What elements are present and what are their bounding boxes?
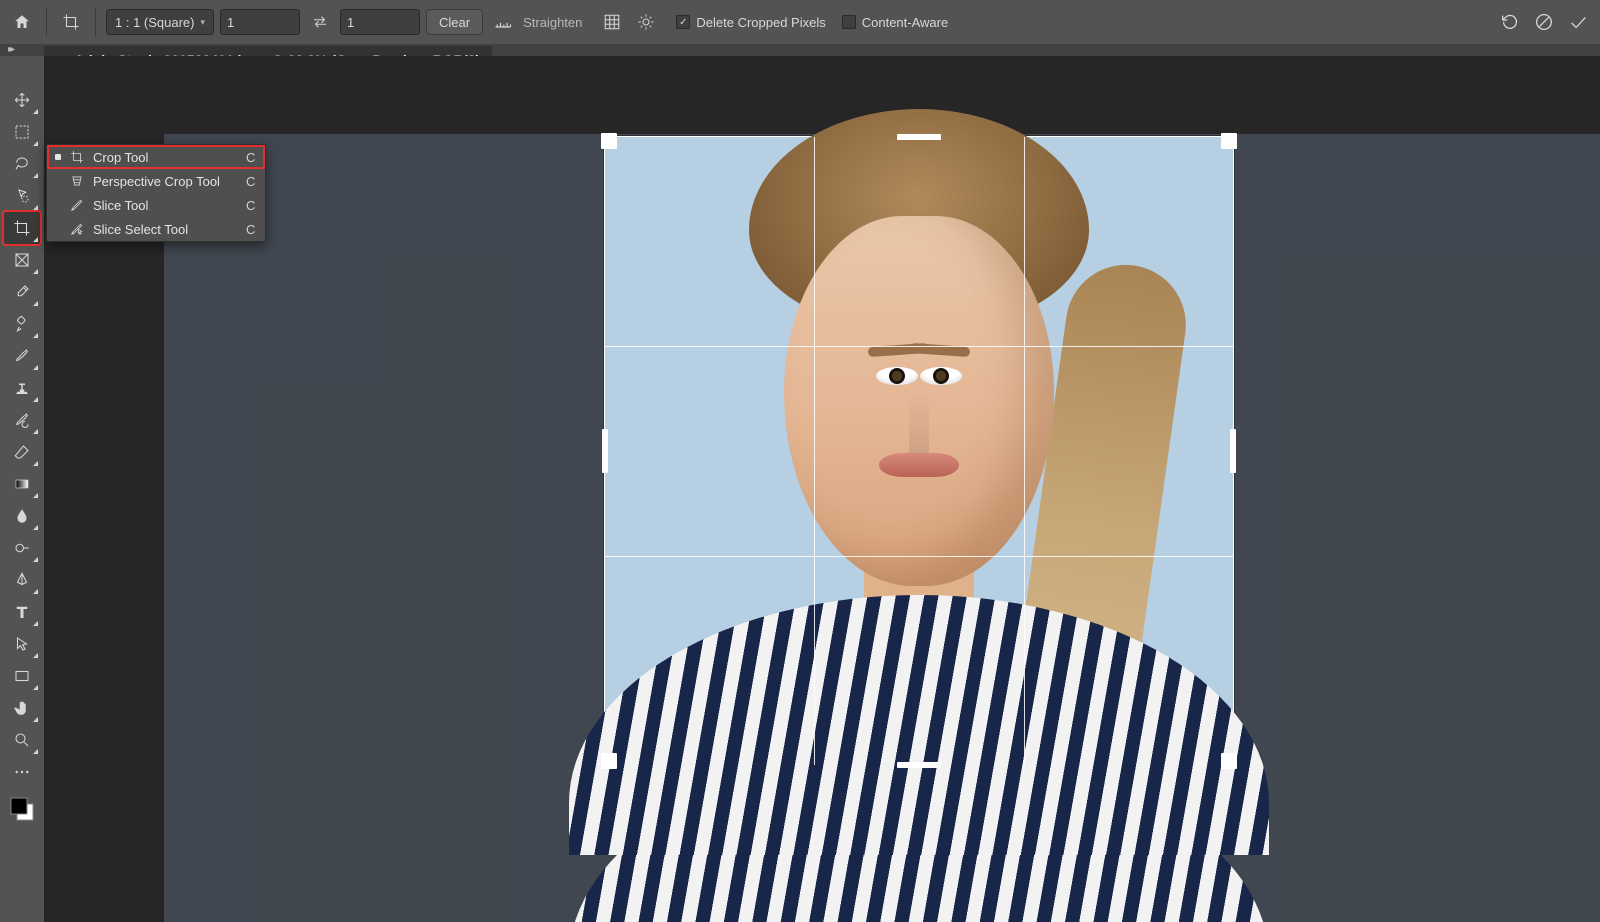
tool-blur[interactable] [4,500,40,532]
flyout-item-crop[interactable]: Crop Tool C [47,145,265,169]
flyout-item-shortcut: C [228,222,255,237]
tool-brush[interactable] [4,340,40,372]
crop-tool-flyout: Crop Tool C Perspective Crop Tool C Slic… [46,144,266,242]
tool-gradient[interactable] [4,468,40,500]
clear-button[interactable]: Clear [426,9,483,35]
canvas-area[interactable] [44,56,1600,922]
cancel-crop-icon[interactable] [1530,8,1558,36]
expand-panels-icon[interactable]: ▸▸ [8,44,12,55]
aspect-ratio-select[interactable]: 1 : 1 (Square) ▾ [106,9,214,35]
selected-indicator-icon [55,154,61,160]
tools-panel [0,56,44,922]
crop-options-bar: 1 : 1 (Square) ▾ Clear Straighten ✓ Dele… [0,0,1600,44]
overlay-grid-icon[interactable] [598,8,626,36]
home-icon[interactable] [8,8,36,36]
flyout-item-label: Crop Tool [93,150,220,165]
crop-handle-br[interactable] [1221,753,1237,769]
tool-lasso[interactable] [4,148,40,180]
chevron-down-icon: ▾ [201,17,206,28]
crop-gridline [605,556,1233,557]
tool-rectangular-marquee[interactable] [4,116,40,148]
aspect-ratio-label: 1 : 1 (Square) [115,15,195,30]
document-artboard [164,134,1600,922]
tool-hand[interactable] [4,692,40,724]
subject-portrait [605,137,1233,765]
crop-gridline [605,346,1233,347]
flyout-item-perspective-crop[interactable]: Perspective Crop Tool C [47,169,265,193]
tool-crop[interactable] [4,212,40,244]
content-aware-checkbox[interactable]: Content-Aware [842,15,948,30]
slice-icon [69,197,85,213]
crop-handle-t[interactable] [897,134,941,140]
straighten-label: Straighten [523,15,582,30]
delete-cropped-checkbox[interactable]: ✓ Delete Cropped Pixels [676,15,825,30]
tool-frame[interactable] [4,244,40,276]
crop-width-input[interactable] [220,9,300,35]
straighten-icon[interactable] [489,8,517,36]
slice-select-icon [69,221,85,237]
checkbox-icon: ✓ [676,15,690,29]
perspective-crop-icon [69,173,85,189]
separator [46,8,47,36]
checkbox-icon [842,15,856,29]
delete-cropped-label: Delete Cropped Pixels [696,15,825,30]
swap-dimensions-icon[interactable] [306,8,334,36]
flyout-item-shortcut: C [228,198,255,213]
reset-crop-icon[interactable] [1496,8,1524,36]
flyout-item-slice-select[interactable]: Slice Select Tool C [47,217,265,241]
tool-edit-toolbar[interactable] [4,756,40,788]
tool-quick-selection[interactable] [4,180,40,212]
tool-type[interactable] [4,596,40,628]
flyout-item-label: Slice Select Tool [93,222,220,237]
tool-dodge[interactable] [4,532,40,564]
color-swatches[interactable] [7,794,37,824]
crop-handle-r[interactable] [1230,429,1236,473]
commit-crop-icon[interactable] [1564,8,1592,36]
tool-pen[interactable] [4,564,40,596]
crop-icon [69,149,85,165]
tool-clone-stamp[interactable] [4,372,40,404]
tool-eyedropper[interactable] [4,276,40,308]
flyout-item-shortcut: C [228,174,255,189]
crop-handle-bl[interactable] [601,753,617,769]
crop-gridline [1024,137,1025,765]
tool-spot-healing[interactable] [4,308,40,340]
crop-box[interactable] [604,136,1234,766]
flyout-item-shortcut: C [228,150,255,165]
tool-path-selection[interactable] [4,628,40,660]
crop-settings-icon[interactable] [632,8,660,36]
crop-handle-b[interactable] [897,762,941,768]
tool-zoom[interactable] [4,724,40,756]
tool-move[interactable] [4,84,40,116]
content-aware-label: Content-Aware [862,15,948,30]
tool-eraser[interactable] [4,436,40,468]
crop-tool-preset-icon[interactable] [57,8,85,36]
tool-rectangle[interactable] [4,660,40,692]
crop-handle-tl[interactable] [601,133,617,149]
crop-height-input[interactable] [340,9,420,35]
crop-gridline [814,137,815,765]
tool-history-brush[interactable] [4,404,40,436]
crop-handle-l[interactable] [602,429,608,473]
separator [95,8,96,36]
flyout-item-slice[interactable]: Slice Tool C [47,193,265,217]
flyout-item-label: Slice Tool [93,198,220,213]
crop-handle-tr[interactable] [1221,133,1237,149]
flyout-item-label: Perspective Crop Tool [93,174,220,189]
